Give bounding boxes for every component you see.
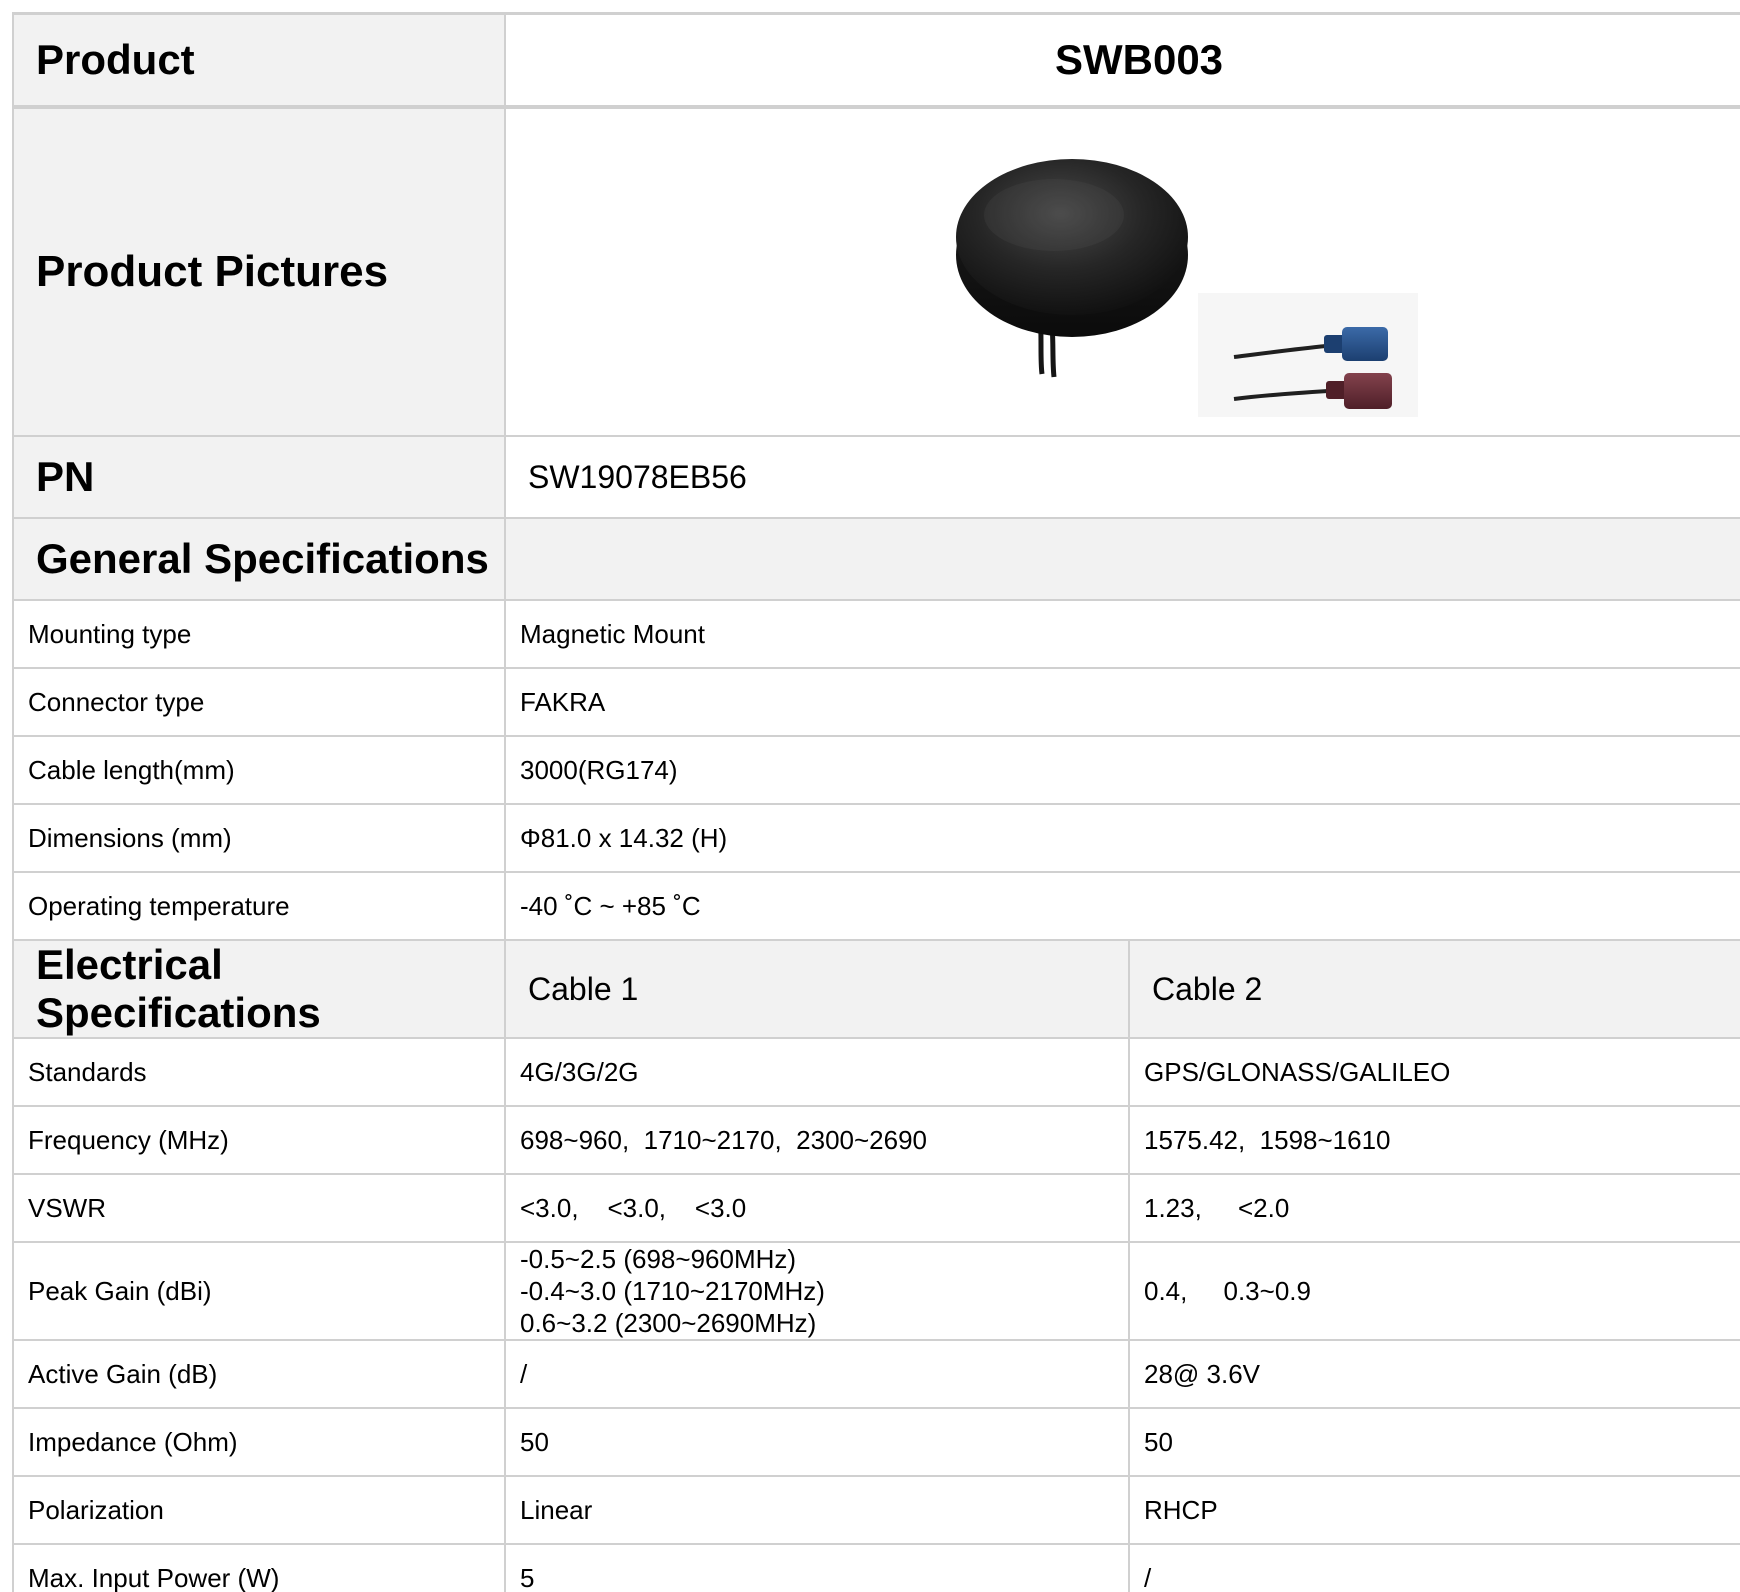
- general-heading-row: General Specifications: [12, 517, 1740, 601]
- cable1-value: 50: [504, 1407, 1130, 1477]
- electrical-label: Max. Input Power (W): [12, 1543, 506, 1592]
- general-label: Mounting type: [12, 599, 506, 669]
- cable2-heading: Cable 2: [1128, 939, 1740, 1039]
- general-value: Magnetic Mount: [504, 599, 1740, 669]
- electrical-heading: Electrical Specifications: [12, 939, 506, 1039]
- electrical-row: Max. Input Power (W) 5 /: [12, 1543, 1740, 1592]
- electrical-label: VSWR: [12, 1173, 506, 1243]
- cable1-value: Linear: [504, 1475, 1130, 1545]
- general-value: 3000(RG174): [504, 735, 1740, 805]
- cable1-value: 4G/3G/2G: [504, 1037, 1130, 1107]
- cable2-value: /: [1128, 1543, 1740, 1592]
- pn-row: PN SW19078EB56: [12, 435, 1740, 519]
- electrical-row: Standards 4G/3G/2G GPS/GLONASS/GALILEO: [12, 1037, 1740, 1107]
- spec-table: Product SWB003 Product Pictures PN SW190…: [12, 12, 1740, 1592]
- electrical-label: Standards: [12, 1037, 506, 1107]
- general-value: FAKRA: [504, 667, 1740, 737]
- general-label: Operating temperature: [12, 871, 506, 941]
- product-label: Product: [12, 12, 506, 109]
- electrical-row: Frequency (MHz) 698~960, 1710~2170, 2300…: [12, 1105, 1740, 1175]
- cable2-value: GPS/GLONASS/GALILEO: [1128, 1037, 1740, 1107]
- general-row: Dimensions (mm) Φ81.0 x 14.32 (H): [12, 803, 1740, 873]
- cable1-value: -0.5~2.5 (698~960MHz) -0.4~3.0 (1710~217…: [504, 1241, 1130, 1341]
- electrical-row: Peak Gain (dBi) -0.5~2.5 (698~960MHz) -0…: [12, 1241, 1740, 1341]
- general-row: Cable length(mm) 3000(RG174): [12, 735, 1740, 805]
- electrical-label: Impedance (Ohm): [12, 1407, 506, 1477]
- gain-line: 0.6~3.2 (2300~2690MHz): [520, 1308, 817, 1338]
- general-value: Φ81.0 x 14.32 (H): [504, 803, 1740, 873]
- cable2-value: 0.4, 0.3~0.9: [1128, 1241, 1740, 1341]
- cable2-value: RHCP: [1128, 1475, 1740, 1545]
- antenna-image: [956, 159, 1418, 417]
- pictures-label: Product Pictures: [12, 106, 506, 437]
- electrical-row: VSWR <3.0, <3.0, <3.0 1.23, <2.0: [12, 1173, 1740, 1243]
- product-row: Product SWB003: [12, 12, 1740, 109]
- product-picture: [507, 109, 1740, 434]
- electrical-label: Frequency (MHz): [12, 1105, 506, 1175]
- electrical-label: Polarization: [12, 1475, 506, 1545]
- spec-sheet: Product SWB003 Product Pictures PN SW190…: [12, 12, 1740, 1592]
- pn-label: PN: [12, 435, 506, 519]
- cable2-value: 28@ 3.6V: [1128, 1339, 1740, 1409]
- cable1-heading: Cable 1: [504, 939, 1130, 1039]
- gain-line: -0.5~2.5 (698~960MHz): [520, 1244, 797, 1274]
- gain-line: -0.4~3.0 (1710~2170MHz): [520, 1276, 825, 1306]
- cable2-value: 50: [1128, 1407, 1740, 1477]
- product-name: SWB003: [504, 12, 1740, 109]
- electrical-row: Impedance (Ohm) 50 50: [12, 1407, 1740, 1477]
- general-row: Mounting type Magnetic Mount: [12, 599, 1740, 669]
- cable1-value: /: [504, 1339, 1130, 1409]
- general-row: Operating temperature -40 ˚C ~ +85 ˚C: [12, 871, 1740, 941]
- electrical-heading-row: Electrical Specifications Cable 1 Cable …: [12, 939, 1740, 1039]
- electrical-label: Active Gain (dB): [12, 1339, 506, 1409]
- electrical-row: Polarization Linear RHCP: [12, 1475, 1740, 1545]
- cable1-value: 5: [504, 1543, 1130, 1592]
- general-row: Connector type FAKRA: [12, 667, 1740, 737]
- electrical-row: Active Gain (dB) / 28@ 3.6V: [12, 1339, 1740, 1409]
- cable2-value: 1575.42, 1598~1610: [1128, 1105, 1740, 1175]
- cable1-value: 698~960, 1710~2170, 2300~2690: [504, 1105, 1130, 1175]
- general-label: Dimensions (mm): [12, 803, 506, 873]
- general-value: -40 ˚C ~ +85 ˚C: [504, 871, 1740, 941]
- cable1-value: <3.0, <3.0, <3.0: [504, 1173, 1130, 1243]
- general-heading: General Specifications: [12, 517, 506, 601]
- electrical-label: Peak Gain (dBi): [12, 1241, 506, 1341]
- cable2-value: 1.23, <2.0: [1128, 1173, 1740, 1243]
- pictures-row: Product Pictures: [12, 106, 1740, 437]
- product-picture-cell: [504, 106, 1740, 437]
- pn-value: SW19078EB56: [504, 435, 1740, 519]
- general-label: Cable length(mm): [12, 735, 506, 805]
- general-heading-blank: [504, 517, 1740, 601]
- general-label: Connector type: [12, 667, 506, 737]
